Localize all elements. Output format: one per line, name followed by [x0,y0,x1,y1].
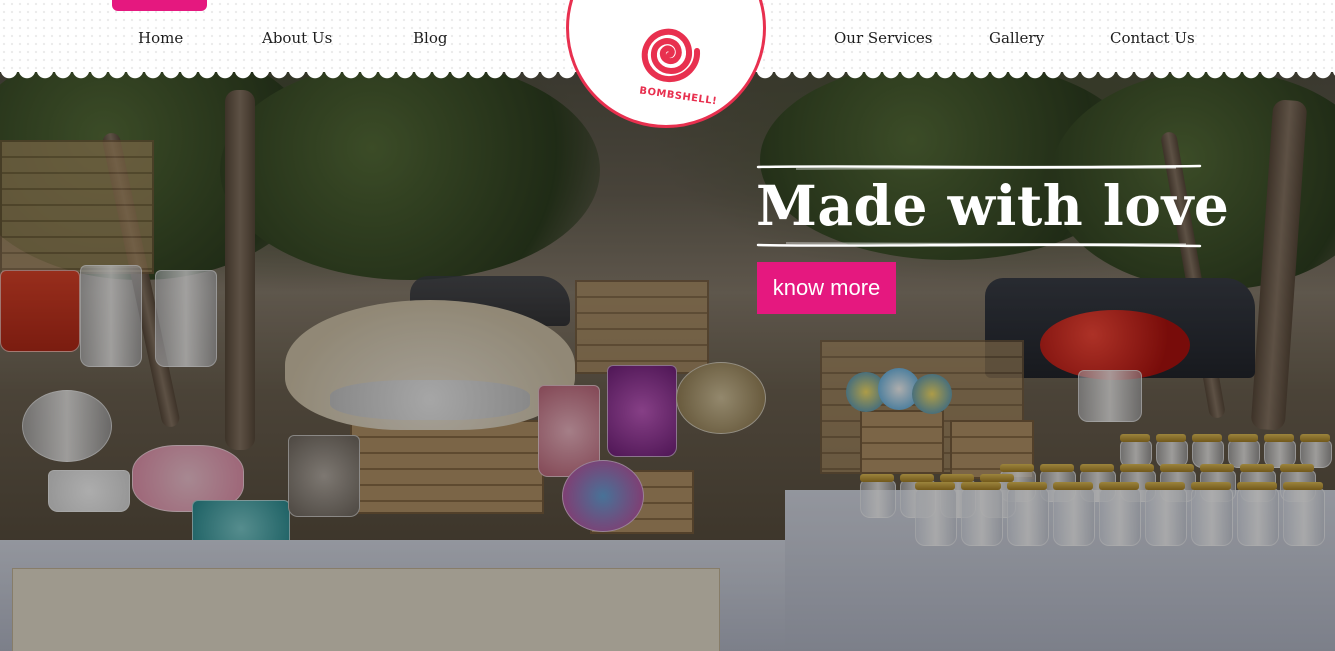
hero-title: Made with love [756,173,1230,238]
spiral-logo-icon [641,28,701,83]
nav-our-services[interactable]: Our Services [834,29,932,47]
nav-about-us[interactable]: About Us [262,29,332,47]
nav-blog[interactable]: Blog [413,29,447,47]
know-more-button[interactable]: know more [757,262,896,314]
nav-gallery[interactable]: Gallery [989,29,1044,47]
nav-contact-us[interactable]: Contact Us [1110,29,1195,47]
header-pink-tab [112,0,207,11]
brush-stroke-bottom [756,242,1202,248]
nav-home[interactable]: Home [138,29,183,47]
hero-title-block: Made with love [756,164,1230,248]
page: Home About Us Blog Our Services Gallery … [0,0,1335,651]
